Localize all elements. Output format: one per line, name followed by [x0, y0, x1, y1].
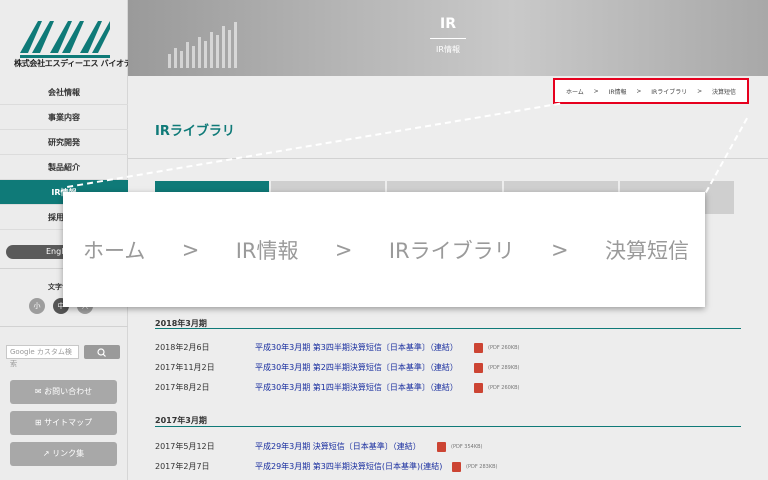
- pdf-icon: [474, 343, 483, 353]
- pdf-icon: [452, 462, 461, 472]
- sitemap-icon: ⊞: [34, 418, 45, 427]
- section-rule: [155, 328, 741, 329]
- breadcrumb-separator: >: [636, 87, 642, 95]
- sitemap-button-label: サイトマップ: [44, 418, 93, 427]
- zoom-breadcrumb-current: 決算短信: [604, 238, 689, 263]
- nav-item-business[interactable]: 事業内容: [0, 105, 128, 130]
- file-size: (PDF 283KB): [466, 464, 498, 470]
- company-name: 株式会社エスディーエス バイオテック: [14, 59, 147, 68]
- section-heading: 2017年3月期: [155, 416, 207, 425]
- report-link[interactable]: 平成29年3月期 第3四半期決算短信(日本基準)(連結): [255, 461, 442, 472]
- row-date: 2017年2月7日: [155, 462, 210, 471]
- hero-banner: IR IR情報: [128, 0, 768, 76]
- file-size: (PDF 260KB): [488, 385, 520, 391]
- nav-item-research[interactable]: 研究開発: [0, 130, 128, 155]
- zoom-breadcrumb-home: ホーム: [83, 238, 146, 263]
- zoom-breadcrumb-separator: >: [334, 237, 353, 262]
- breadcrumb-separator: >: [697, 87, 703, 95]
- nav-item-products[interactable]: 製品紹介: [0, 155, 128, 180]
- zoom-breadcrumb-ir-library: IRライブラリ: [388, 238, 515, 263]
- breadcrumb-home[interactable]: ホーム: [566, 87, 584, 96]
- contact-button[interactable]: ✉ お問い合わせ: [10, 380, 117, 404]
- pdf-icon: [474, 363, 483, 373]
- contact-button-label: お問い合わせ: [44, 387, 93, 396]
- links-button[interactable]: ↗ リンク集: [10, 442, 117, 466]
- sitemap-button[interactable]: ⊞ サイトマップ: [10, 411, 117, 435]
- breadcrumb-separator: >: [593, 87, 599, 95]
- hero-subtitle: IR情報: [436, 45, 460, 54]
- row-date: 2017年11月2日: [155, 363, 215, 372]
- row-date: 2017年5月12日: [155, 442, 215, 451]
- hero-title: IR: [440, 16, 456, 32]
- breadcrumb-ir[interactable]: IR情報: [609, 87, 627, 96]
- section-rule: [155, 426, 741, 427]
- page-title: IRライブラリ: [155, 124, 235, 139]
- search-button[interactable]: [84, 345, 120, 359]
- divider: [0, 326, 128, 327]
- zoom-breadcrumb-ir: IR情報: [235, 238, 299, 263]
- row-date: 2018年2月6日: [155, 343, 210, 352]
- zoom-breadcrumb-separator: >: [181, 237, 200, 262]
- zoom-breadcrumb-separator: >: [550, 237, 569, 262]
- font-size-small-button[interactable]: 小: [29, 298, 45, 314]
- search-input[interactable]: Google カスタム検索: [6, 345, 79, 368]
- mail-icon: ✉: [34, 387, 45, 396]
- report-link[interactable]: 平成30年3月期 第1四半期決算短信〔日本基準〕（連結）: [255, 382, 458, 393]
- file-size: (PDF 289KB): [488, 365, 520, 371]
- pdf-icon: [474, 383, 483, 393]
- file-size: (PDF 354KB): [451, 444, 483, 450]
- external-link-icon: ↗: [42, 449, 53, 458]
- report-link[interactable]: 平成30年3月期 第3四半期決算短信〔日本基準〕（連結）: [255, 342, 458, 353]
- breadcrumb-ir-library[interactable]: IRライブラリ: [651, 87, 687, 96]
- nav-item-company[interactable]: 会社情報: [0, 80, 128, 105]
- file-size: (PDF 260KB): [488, 345, 520, 351]
- row-date: 2017年8月2日: [155, 383, 210, 392]
- search-icon: [97, 348, 106, 357]
- report-link[interactable]: 平成30年3月期 第2四半期決算短信〔日本基準〕（連結）: [255, 362, 458, 373]
- breadcrumb: ホーム > IR情報 > IRライブラリ > 決算短信: [553, 78, 749, 104]
- report-link[interactable]: 平成29年3月期 決算短信〔日本基準〕（連結）: [255, 441, 421, 452]
- breadcrumb-current: 決算短信: [712, 88, 737, 96]
- pdf-icon: [437, 442, 446, 452]
- hero-divider: [430, 38, 466, 39]
- breadcrumb-zoom-callout: ホーム > IR情報 > IRライブラリ > 決算短信: [63, 192, 705, 307]
- links-button-label: リンク集: [52, 449, 85, 458]
